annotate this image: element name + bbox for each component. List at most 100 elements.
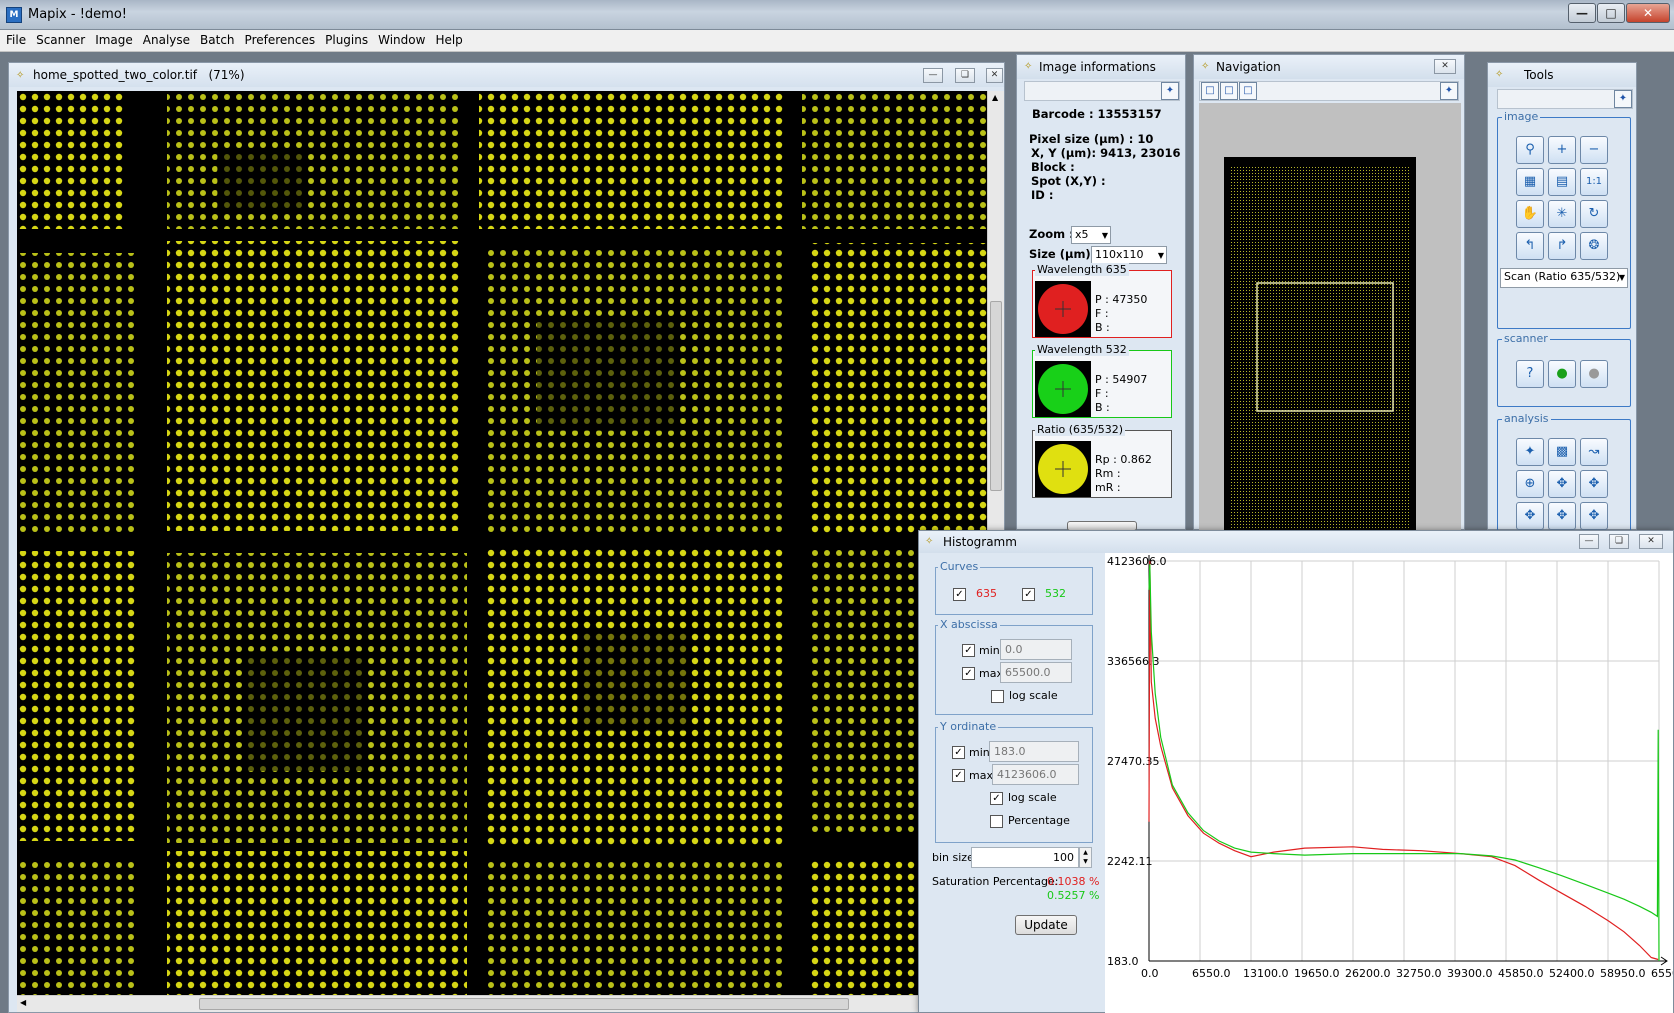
y-log-scale-checkbox[interactable]: ✓ [990,792,1003,805]
wavelength-532-box: Wavelength 532 P : 54907 F : B : [1032,343,1172,418]
restore-icon[interactable]: ❏ [955,68,975,83]
x-log-scale-checkbox[interactable] [991,690,1004,703]
scan-mode-select[interactable]: Scan (Ratio 635/532) ▼ [1500,268,1628,288]
x-min-checkbox[interactable]: ✓ [962,644,975,657]
move-a2-icon[interactable]: ✥ [1548,502,1576,530]
wavelength-635-box: Wavelength 635 P : 47350 F : B : [1032,263,1172,338]
zoom-1-1-icon[interactable]: 1:1 [1580,168,1608,196]
menu-plugins[interactable]: Plugins [319,30,372,47]
x-min-input[interactable]: 0.0 [1000,639,1072,660]
ratio-rp-value: Rp : 0.862 [1095,453,1152,466]
chart-area-icon[interactable]: ▩ [1548,438,1576,466]
close-icon[interactable]: ✕ [986,68,1003,83]
scanner-on-icon[interactable]: ● [1548,360,1576,388]
line-chart-icon[interactable]: ↝ [1580,438,1608,466]
menu-analyse[interactable]: Analyse [137,30,194,47]
pin-icon[interactable]: ✦ [1440,82,1458,100]
menu-preferences[interactable]: Preferences [239,30,320,47]
move-m2-icon[interactable]: ✥ [1580,470,1608,498]
brightness-icon[interactable]: ✳ [1548,200,1576,228]
restore-icon[interactable]: ❏ [1609,534,1629,549]
navigation-canvas[interactable] [1199,103,1461,531]
align-icon[interactable]: ⊕ [1516,470,1544,498]
y-min-input[interactable]: 183.0 [989,741,1079,762]
zoom-icon[interactable]: ⚲ [1516,136,1544,164]
move-a-icon[interactable]: ✥ [1516,502,1544,530]
x-tick-label: 39300.0 [1447,967,1493,980]
move-a3-icon[interactable]: ✥ [1580,502,1608,530]
bin-size-spinner[interactable]: ▲ ▼ [1079,847,1092,868]
curves-label: Curves [938,560,981,573]
minimize-icon[interactable]: — [923,68,943,83]
menu-scanner[interactable]: Scanner [30,30,89,47]
histogram-chart[interactable]: 4123606.0336566.327470.352242.11183.0 0.… [1105,553,1673,1013]
histogram-title-bar[interactable]: ✧ Histogramm — ❏ ✕ [919,531,1673,553]
scroll-up-icon[interactable]: ▲ [992,93,998,102]
tools-toolbar: ✦ [1497,89,1633,109]
y-max-input[interactable]: 4123606.0 [992,764,1079,785]
size-select[interactable]: 110x110 ▼ [1091,246,1167,264]
grid-view-icon[interactable]: ▦ [1516,168,1544,196]
spin-down-icon[interactable]: ▼ [1083,858,1088,865]
nav-view-icon[interactable]: □ [1201,82,1219,100]
bin-size-input[interactable]: 100 [971,847,1079,868]
vertical-scroll-thumb[interactable] [990,301,1002,491]
image-horizontal-scrollbar[interactable]: ◀ [17,995,987,1012]
horizontal-scroll-thumb[interactable] [199,998,849,1010]
y-tick-label: 183.0 [1107,955,1139,968]
image-filename: home_spotted_two_color.tif [33,68,198,82]
document-icon[interactable]: ▤ [1548,168,1576,196]
x-max-checkbox[interactable]: ✓ [962,667,975,680]
image-info-toolbar: ✦ [1024,81,1180,101]
menu-window[interactable]: Window [372,30,429,47]
histogram-icon: ✧ [925,536,934,547]
microarray-image[interactable] [17,91,987,995]
hand-pan-icon[interactable]: ✋ [1516,200,1544,228]
ratio-box: Ratio (635/532) Rp : 0.862 Rm : mR : [1032,423,1172,498]
nav-view-icon[interactable]: □ [1220,82,1238,100]
pin-icon[interactable]: ✦ [1161,82,1179,100]
refresh-icon[interactable]: ↻ [1580,200,1608,228]
rotate-right-icon[interactable]: ↱ [1548,232,1576,260]
menu-help[interactable]: Help [429,30,466,47]
rotate-left-icon[interactable]: ↰ [1516,232,1544,260]
wl532-f-value: F : [1095,387,1109,400]
x-tick-label: 32750.0 [1396,967,1442,980]
y-max-checkbox[interactable]: ✓ [952,769,965,782]
update-button[interactable]: Update [1015,915,1077,935]
zoom-out-icon[interactable]: − [1580,136,1608,164]
x-log-scale-label: log scale [1009,689,1058,702]
scroll-left-icon[interactable]: ◀ [20,998,26,1007]
y-min-checkbox[interactable]: ✓ [952,746,965,759]
zoom-in-icon[interactable]: + [1548,136,1576,164]
minimize-icon[interactable]: — [1568,3,1596,23]
wand-icon[interactable]: ✦ [1516,438,1544,466]
y-ordinate-group: Y ordinate ✓ min 183.0 ✓ max 4123606.0 ✓… [935,720,1093,843]
percentage-checkbox[interactable] [990,815,1003,828]
nav-view-icon[interactable]: □ [1239,82,1257,100]
app-logo-icon: M [6,7,22,23]
wheel-settings-icon[interactable]: ❂ [1580,232,1608,260]
size-select-value: 110x110 [1095,248,1144,261]
percentage-label: Percentage [1008,814,1070,827]
x-tick-label: 45850.0 [1498,967,1544,980]
move-m-icon[interactable]: ✥ [1548,470,1576,498]
close-icon[interactable]: ✕ [1434,59,1456,74]
scanner-network-icon[interactable]: ? [1516,360,1544,388]
maximize-icon[interactable]: □ [1597,3,1625,23]
menu-batch[interactable]: Batch [194,30,239,47]
curve-635-checkbox[interactable]: ✓ [953,588,966,601]
image-window-title-bar[interactable]: ✧ home_spotted_two_color.tif (71%) — ❏ ✕ [9,63,1004,87]
spin-up-icon[interactable]: ▲ [1083,849,1088,856]
image-info-panel: ✧ Image informations ✦ Barcode : 1355315… [1016,54,1186,531]
menu-file[interactable]: File [0,30,30,47]
zoom-select[interactable]: x5 ▼ [1071,226,1111,244]
menu-image[interactable]: Image [89,30,137,47]
minimize-icon[interactable]: — [1579,534,1599,549]
close-icon[interactable]: ✕ [1626,3,1670,23]
scanner-off-icon[interactable]: ● [1580,360,1608,388]
curve-532-checkbox[interactable]: ✓ [1022,588,1035,601]
x-max-input[interactable]: 65500.0 [1000,662,1072,683]
pin-icon[interactable]: ✦ [1614,90,1632,108]
close-icon[interactable]: ✕ [1639,534,1663,549]
